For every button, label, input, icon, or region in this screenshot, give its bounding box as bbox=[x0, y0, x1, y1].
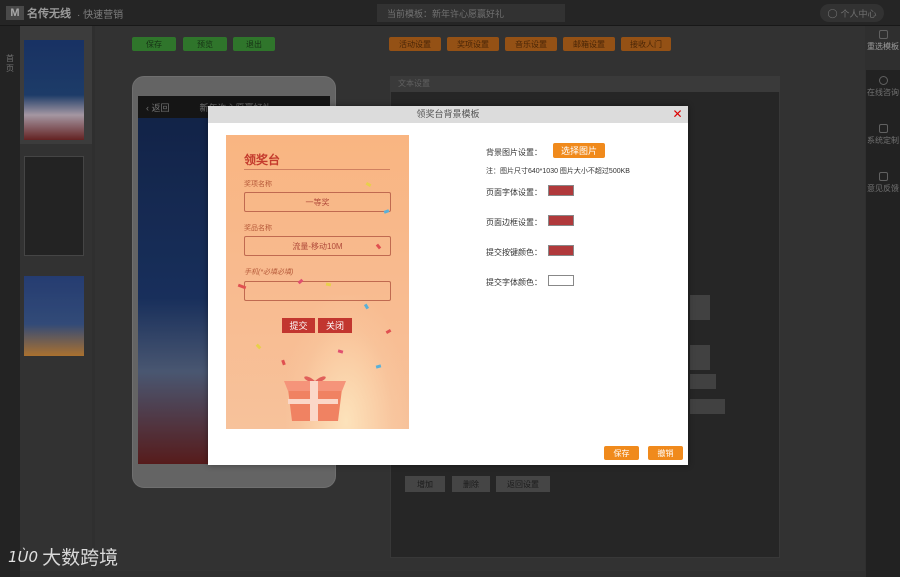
modal-cancel-button[interactable]: 撤销 bbox=[648, 446, 683, 460]
font-color-swatch[interactable] bbox=[548, 185, 574, 196]
preview-submit-button[interactable]: 提交 bbox=[282, 318, 315, 333]
confetti bbox=[365, 181, 372, 188]
bg-image-label: 背景图片设置： bbox=[486, 148, 542, 157]
modal-save-button[interactable]: 保存 bbox=[604, 446, 639, 460]
preview-title: 领奖台 bbox=[244, 153, 281, 167]
background-template-modal: 领奖台背景模板 ✕ 领奖台 奖项名称 一等奖 奖品名称 流量-移动10M 手机(… bbox=[208, 106, 688, 465]
submit-button-color-swatch[interactable] bbox=[548, 245, 574, 256]
watermark-logo: 1Ù0 bbox=[8, 547, 39, 566]
select-image-button[interactable]: 选择图片 bbox=[553, 143, 605, 158]
close-icon[interactable]: ✕ bbox=[671, 108, 684, 121]
confetti bbox=[325, 282, 332, 287]
field-prize-label: 奖项名称 bbox=[244, 181, 272, 188]
border-color-swatch[interactable] bbox=[548, 215, 574, 226]
image-size-note: 注：图片尺寸640*1030 图片大小不超过500KB bbox=[486, 168, 630, 175]
prize-page-preview: 领奖台 奖项名称 一等奖 奖品名称 流量-移动10M 手机(*必填必填) 提交 … bbox=[226, 135, 409, 429]
confetti bbox=[255, 343, 262, 350]
font-setting-label: 页面字体设置： bbox=[486, 188, 542, 197]
field-phone-label: 手机(*必填必填) bbox=[244, 269, 294, 276]
submit-button-color-label: 提交按键颜色： bbox=[486, 248, 542, 257]
prize-name-field[interactable]: 一等奖 bbox=[244, 192, 391, 212]
preview-close-button[interactable]: 关闭 bbox=[318, 318, 352, 333]
preview-divider bbox=[244, 169, 390, 170]
gift-box-icon bbox=[284, 376, 346, 421]
reward-name-field[interactable]: 流量-移动10M bbox=[244, 236, 391, 256]
watermark-text: 大数跨境 bbox=[42, 547, 119, 569]
phone-field[interactable] bbox=[244, 281, 391, 301]
field-reward-label: 奖品名称 bbox=[244, 225, 272, 232]
submit-font-color-swatch[interactable] bbox=[548, 275, 574, 286]
submit-font-color-label: 提交字体颜色： bbox=[486, 278, 542, 287]
modal-title: 领奖台背景模板 bbox=[208, 106, 688, 123]
confetti bbox=[383, 209, 390, 214]
border-setting-label: 页面边框设置： bbox=[486, 218, 542, 227]
watermark: 1Ù0 大数跨境 bbox=[8, 543, 118, 570]
